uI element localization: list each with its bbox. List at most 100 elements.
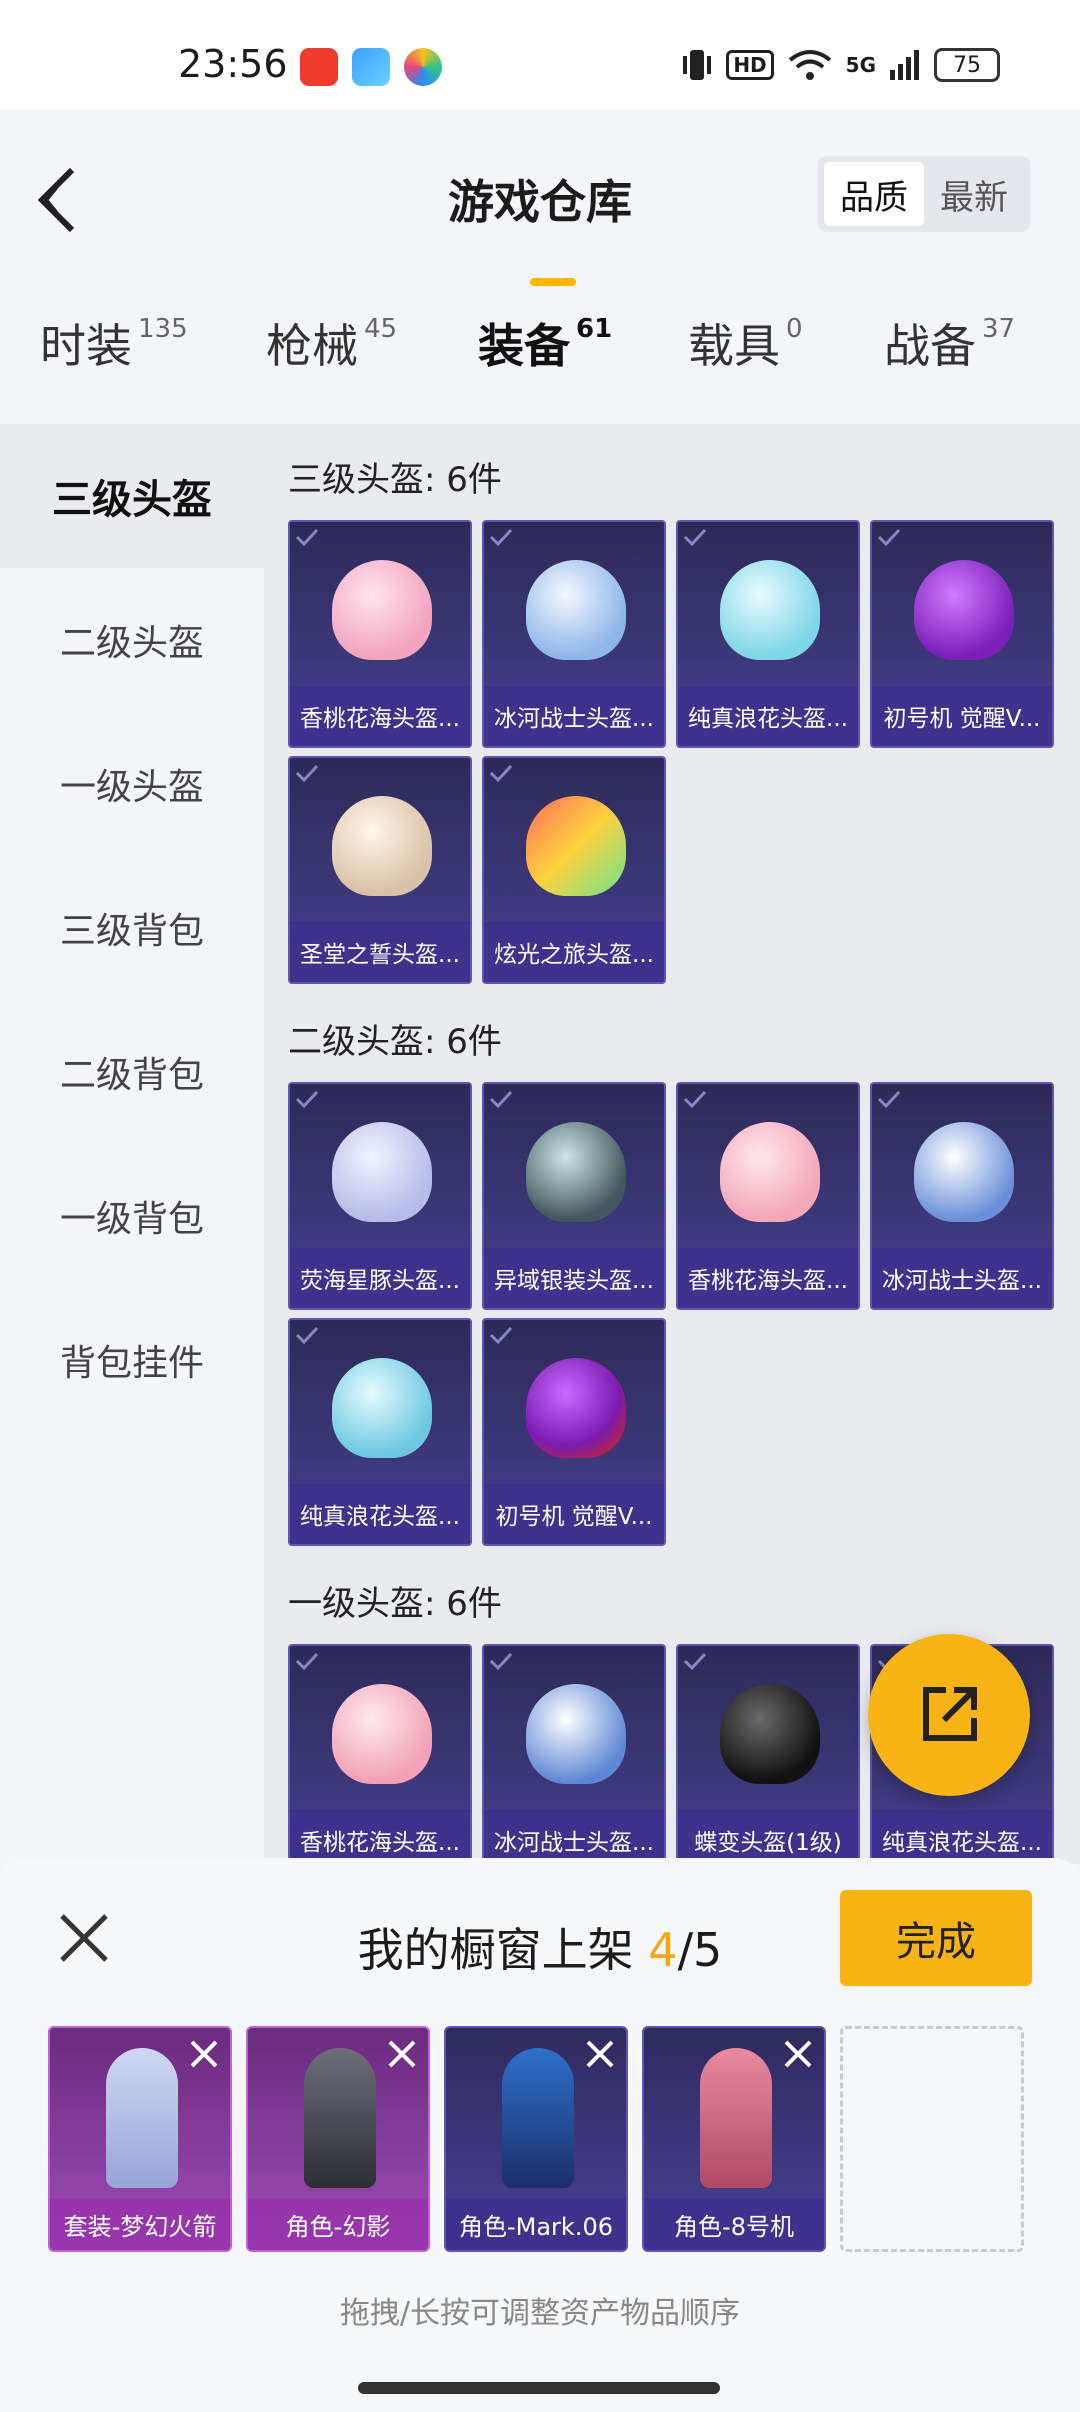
- video-app-icon: [300, 48, 338, 86]
- item-card[interactable]: 冰河战士头盔...: [482, 1644, 666, 1864]
- sidebar-item-level3-helmet[interactable]: 三级头盔: [0, 424, 264, 568]
- item-card[interactable]: 炫光之旅头盔...: [482, 756, 666, 984]
- check-icon: [489, 528, 513, 547]
- item-label: 冰河战士头盔...: [484, 1810, 664, 1864]
- check-icon: [295, 1326, 319, 1345]
- tab-count: 45: [364, 314, 398, 344]
- helmet-image: [720, 1684, 820, 1784]
- check-icon: [489, 764, 513, 783]
- showcase-title-text: 我的橱窗上架: [357, 1923, 649, 1977]
- sidebar-item-level2-helmet[interactable]: 二级头盔: [0, 568, 264, 712]
- item-card[interactable]: 冰河战士头盔...: [482, 520, 666, 748]
- vibrate-icon: [683, 50, 712, 80]
- showcase-slot[interactable]: 套装-梦幻火箭: [48, 2026, 232, 2252]
- category-tabs: 时装 135 枪械 45 装备 61 载具 0 战备 37: [0, 310, 1080, 410]
- item-label: 蝶变头盔(1级): [678, 1810, 858, 1864]
- slot-label: 角色-幻影: [248, 2198, 428, 2250]
- check-icon: [489, 1326, 513, 1345]
- tab-count: 61: [576, 314, 613, 344]
- helmet-image: [526, 1122, 626, 1222]
- reorder-hint: 拖拽/长按可调整资产物品顺序: [339, 2296, 741, 2331]
- helmet-image: [914, 560, 1014, 660]
- item-card[interactable]: 荧海星豚头盔...: [288, 1082, 472, 1310]
- showcase-slot[interactable]: 角色-幻影: [246, 2026, 430, 2252]
- tab-count: 37: [982, 314, 1016, 344]
- sidebar-item-level1-helmet[interactable]: 一级头盔: [0, 712, 264, 856]
- remove-icon[interactable]: [182, 2032, 226, 2076]
- tab-count: 135: [138, 314, 188, 344]
- tab-count: 0: [786, 314, 803, 344]
- item-card[interactable]: 冰河战士头盔...: [870, 1082, 1054, 1310]
- showcase-count: 4: [648, 1923, 678, 1977]
- item-label: 香桃花海头盔...: [290, 686, 470, 746]
- helmet-image: [526, 560, 626, 660]
- tab-vehicles[interactable]: 载具 0: [688, 310, 803, 376]
- active-tab-indicator: [530, 278, 576, 286]
- hd-badge: HD: [726, 50, 774, 80]
- remove-icon[interactable]: [578, 2032, 622, 2076]
- tab-equipment[interactable]: 装备 61: [478, 310, 612, 376]
- item-card[interactable]: 纯真浪花头盔...: [676, 520, 860, 748]
- done-button[interactable]: 完成: [840, 1890, 1032, 1986]
- slot-label: 套装-梦幻火箭: [50, 2198, 230, 2250]
- item-card[interactable]: 初号机 觉醒V...: [870, 520, 1054, 748]
- battery-indicator: 75: [934, 48, 1000, 82]
- item-card[interactable]: 蝶变头盔(1级): [676, 1644, 860, 1864]
- sidebar-item-backpack-pendant[interactable]: 背包挂件: [0, 1288, 264, 1432]
- character-image: [304, 2048, 376, 2188]
- item-card[interactable]: 香桃花海头盔...: [288, 1644, 472, 1864]
- home-indicator[interactable]: [358, 2382, 720, 2394]
- item-card[interactable]: 纯真浪花头盔...: [288, 1318, 472, 1546]
- remove-icon[interactable]: [380, 2032, 424, 2076]
- check-icon: [489, 1090, 513, 1109]
- sort-quality-button[interactable]: 品质: [824, 162, 924, 226]
- browser-app-icon: [404, 48, 442, 86]
- helmet-image: [526, 1684, 626, 1784]
- empty-slot[interactable]: [840, 2026, 1024, 2252]
- tab-label: 战备: [884, 319, 976, 373]
- check-icon: [295, 528, 319, 547]
- character-image: [700, 2048, 772, 2188]
- item-label: 圣堂之誓头盔...: [290, 922, 470, 982]
- item-card[interactable]: 异域银装头盔...: [482, 1082, 666, 1310]
- tab-weapons[interactable]: 枪械 45: [266, 310, 397, 376]
- helmet-image: [526, 1358, 626, 1458]
- sort-newest-button[interactable]: 最新: [924, 162, 1024, 226]
- check-icon: [877, 1090, 901, 1109]
- tab-label: 枪械: [266, 319, 358, 373]
- helmet-image: [332, 796, 432, 896]
- showcase-slot[interactable]: 角色-8号机: [642, 2026, 826, 2252]
- check-icon: [683, 1652, 707, 1671]
- status-right: HD 5G 75: [682, 48, 1000, 82]
- tab-fashion[interactable]: 时装 135: [40, 310, 188, 376]
- item-card[interactable]: 初号机 觉醒V...: [482, 1318, 666, 1546]
- check-icon: [295, 764, 319, 783]
- remove-icon[interactable]: [776, 2032, 820, 2076]
- share-button[interactable]: [868, 1634, 1030, 1796]
- tab-label: 时装: [40, 319, 132, 373]
- item-label: 荧海星豚头盔...: [290, 1248, 470, 1308]
- section-title: 一级头盔: 6件: [288, 1584, 502, 1624]
- status-bar: 23:56 HD 5G 75: [0, 0, 1080, 110]
- helmet-image: [526, 796, 626, 896]
- tab-supplies[interactable]: 战备 37: [884, 310, 1015, 376]
- helmet-image: [914, 1122, 1014, 1222]
- character-image: [502, 2048, 574, 2188]
- showcase-slot[interactable]: 角色-Mark.06: [444, 2026, 628, 2252]
- check-icon: [295, 1090, 319, 1109]
- item-label: 初号机 觉醒V...: [872, 686, 1052, 746]
- sidebar-item-level1-backpack[interactable]: 一级背包: [0, 1144, 264, 1288]
- helmet-image: [332, 1684, 432, 1784]
- item-card[interactable]: 圣堂之誓头盔...: [288, 756, 472, 984]
- item-card[interactable]: 香桃花海头盔...: [288, 520, 472, 748]
- sidebar-item-level3-backpack[interactable]: 三级背包: [0, 856, 264, 1000]
- check-icon: [295, 1652, 319, 1671]
- sidebar-item-level2-backpack[interactable]: 二级背包: [0, 1000, 264, 1144]
- check-icon: [489, 1652, 513, 1671]
- helmet-image: [720, 560, 820, 660]
- check-icon: [683, 1090, 707, 1109]
- signal-icon: [890, 50, 919, 80]
- item-card[interactable]: 香桃花海头盔...: [676, 1082, 860, 1310]
- item-label: 香桃花海头盔...: [678, 1248, 858, 1308]
- slot-label: 角色-Mark.06: [446, 2198, 626, 2250]
